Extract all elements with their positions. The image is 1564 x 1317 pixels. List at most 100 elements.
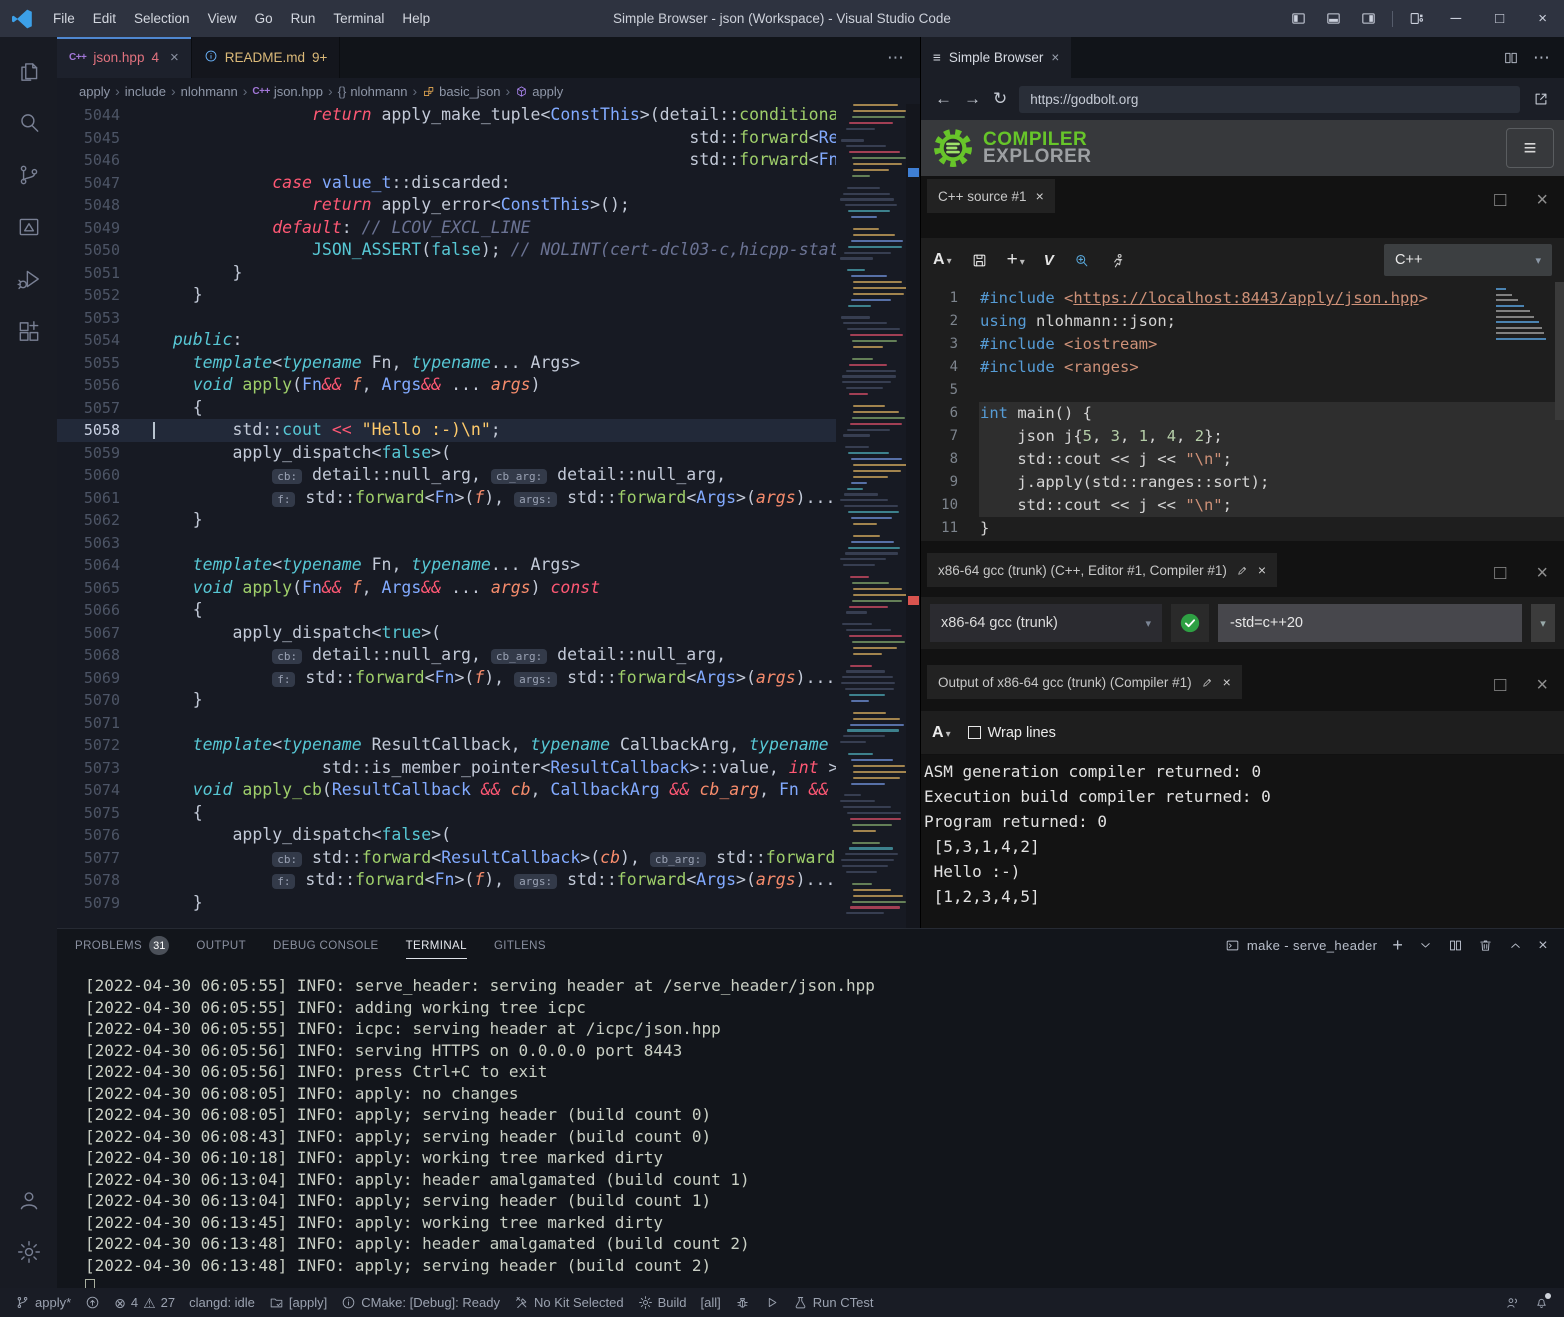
wrap-lines-checkbox[interactable]: Wrap lines bbox=[968, 725, 1056, 741]
maximize-pane-icon[interactable]: □ bbox=[1494, 675, 1506, 695]
terminal-output[interactable]: [2022-04-30 06:05:55] INFO: serve_header… bbox=[57, 962, 1564, 1298]
font-size-button[interactable]: A▾ bbox=[933, 251, 952, 269]
panel-tab-gitlens[interactable]: GITLENS bbox=[494, 929, 546, 962]
close-panel-icon[interactable]: × bbox=[1538, 937, 1548, 955]
godbolt-source-editor[interactable]: 1#include <https://localhost:8443/apply/… bbox=[921, 282, 1564, 541]
sidebar-item-search[interactable] bbox=[5, 97, 53, 149]
menu-go[interactable]: Go bbox=[246, 0, 282, 37]
source-pane-tab[interactable]: C++ source #1 × bbox=[927, 179, 1055, 213]
breadcrumb[interactable]: apply›include›nlohmann›C++json.hpp›{}nlo… bbox=[57, 78, 920, 104]
breadcrumb-item-json.hpp[interactable]: C++json.hpp bbox=[252, 84, 323, 99]
status-build-target[interactable]: [all] bbox=[694, 1288, 728, 1317]
breadcrumb-item-basic_json[interactable]: basic_json bbox=[422, 84, 500, 99]
kill-terminal-icon[interactable] bbox=[1478, 938, 1493, 953]
maximize-panel-icon[interactable] bbox=[1508, 938, 1523, 953]
menu-view[interactable]: View bbox=[199, 0, 246, 37]
close-pane-icon[interactable]: × bbox=[1536, 190, 1548, 210]
minimize-button[interactable]: ─ bbox=[1434, 10, 1479, 27]
code-editor[interactable]: 5044 return apply_make_tuple<ConstThis>(… bbox=[57, 104, 920, 928]
minimap[interactable] bbox=[836, 104, 906, 928]
rename-pane-icon[interactable] bbox=[1201, 676, 1214, 689]
close-icon[interactable]: × bbox=[1036, 188, 1044, 204]
breadcrumb-item-apply[interactable]: apply bbox=[79, 84, 110, 99]
status-notifications[interactable] bbox=[1527, 1288, 1556, 1317]
sidebar-item-cmake-tools[interactable] bbox=[5, 201, 53, 253]
godbolt-scrollbar[interactable] bbox=[1555, 282, 1564, 420]
font-size-button[interactable]: A▾ bbox=[932, 724, 951, 742]
menu-help[interactable]: Help bbox=[393, 0, 439, 37]
status-git-branch[interactable]: apply* bbox=[8, 1288, 78, 1317]
more-actions-icon[interactable]: ⋯ bbox=[1533, 48, 1550, 68]
close-icon[interactable]: × bbox=[1223, 674, 1231, 690]
status-problems-summary[interactable]: ⊗4⚠27 bbox=[107, 1288, 182, 1317]
language-select[interactable]: C++▾ bbox=[1384, 244, 1552, 276]
maximize-pane-icon[interactable]: □ bbox=[1494, 563, 1506, 583]
status-cmake-status[interactable]: CMake: [Debug]: Ready bbox=[334, 1288, 507, 1317]
menu-edit[interactable]: Edit bbox=[84, 0, 125, 37]
close-button[interactable]: × bbox=[1521, 10, 1564, 27]
panel-tab-debug-console[interactable]: DEBUG CONSOLE bbox=[273, 929, 379, 962]
forward-icon[interactable]: → bbox=[964, 89, 981, 109]
vertical-scrollbar[interactable] bbox=[906, 104, 920, 928]
close-icon[interactable]: × bbox=[170, 49, 179, 66]
toggle-panel-icon[interactable] bbox=[1316, 10, 1351, 27]
compiler-options-input[interactable]: -std=c++20 bbox=[1218, 604, 1522, 642]
sidebar-item-explorer[interactable] bbox=[5, 45, 53, 97]
breadcrumb-item-apply[interactable]: apply bbox=[515, 84, 563, 99]
menu-file[interactable]: File bbox=[44, 0, 84, 37]
customize-layout-icon[interactable] bbox=[1399, 10, 1434, 27]
toggle-sidebar-right-icon[interactable] bbox=[1351, 10, 1386, 27]
back-icon[interactable]: ← bbox=[935, 89, 952, 109]
cpp-insights-icon[interactable] bbox=[1109, 252, 1126, 269]
menu-selection[interactable]: Selection bbox=[125, 0, 199, 37]
sidebar-item-accounts[interactable] bbox=[5, 1174, 53, 1226]
breadcrumb-item-nlohmann[interactable]: {}nlohmann bbox=[338, 84, 408, 99]
tab-simple-browser[interactable]: ≡ Simple Browser × bbox=[921, 37, 1071, 78]
terminal-dropdown-icon[interactable] bbox=[1418, 938, 1433, 953]
status-clangd-status[interactable]: clangd: idle bbox=[182, 1288, 262, 1317]
close-pane-icon[interactable]: × bbox=[1536, 563, 1548, 583]
hamburger-menu-icon[interactable]: ≡ bbox=[1506, 128, 1554, 168]
status-launch-button[interactable] bbox=[757, 1288, 786, 1317]
options-dropdown-icon[interactable]: ▾ bbox=[1531, 604, 1555, 642]
breadcrumb-item-include[interactable]: include bbox=[125, 84, 166, 99]
tab-README.md[interactable]: README.md9+ bbox=[192, 37, 341, 78]
terminal-selector[interactable]: make - serve_header bbox=[1225, 938, 1377, 953]
close-pane-icon[interactable]: × bbox=[1536, 675, 1548, 695]
split-editor-icon[interactable] bbox=[1503, 50, 1519, 66]
status-feedback[interactable] bbox=[1498, 1288, 1527, 1317]
zoom-icon[interactable] bbox=[1073, 252, 1090, 269]
open-external-icon[interactable] bbox=[1532, 90, 1550, 108]
tab-json.hpp[interactable]: C++json.hpp4× bbox=[57, 37, 192, 78]
maximize-button[interactable]: □ bbox=[1478, 10, 1521, 27]
sidebar-item-extensions[interactable] bbox=[5, 305, 53, 357]
status-cmake-kit[interactable]: No Kit Selected bbox=[507, 1288, 631, 1317]
close-icon[interactable]: × bbox=[1051, 50, 1059, 65]
panel-tab-terminal[interactable]: TERMINAL bbox=[406, 929, 467, 962]
compiler-select[interactable]: x86-64 gcc (trunk)▾ bbox=[930, 604, 1162, 642]
maximize-pane-icon[interactable]: □ bbox=[1494, 190, 1506, 210]
new-terminal-icon[interactable]: + bbox=[1392, 935, 1403, 956]
add-pane-button[interactable]: +▾ bbox=[1007, 249, 1025, 271]
save-icon[interactable] bbox=[971, 252, 988, 269]
panel-tab-problems[interactable]: PROBLEMS31 bbox=[75, 929, 169, 962]
status-cmake-build[interactable]: Build bbox=[631, 1288, 694, 1317]
menu-run[interactable]: Run bbox=[282, 0, 325, 37]
editor-actions-more-icon[interactable]: ⋯ bbox=[887, 37, 920, 78]
sidebar-item-run-and-debug[interactable] bbox=[5, 253, 53, 305]
sidebar-item-settings[interactable] bbox=[5, 1226, 53, 1278]
close-icon[interactable]: × bbox=[1258, 562, 1266, 578]
rename-pane-icon[interactable] bbox=[1236, 564, 1249, 577]
compiler-pane-tab[interactable]: x86-64 gcc (trunk) (C++, Editor #1, Comp… bbox=[927, 553, 1277, 587]
status-run-ctest[interactable]: Run CTest bbox=[786, 1288, 881, 1317]
split-terminal-icon[interactable] bbox=[1448, 938, 1463, 953]
status-publish-changes[interactable] bbox=[78, 1288, 107, 1317]
output-pane-tab[interactable]: Output of x86-64 gcc (trunk) (Compiler #… bbox=[927, 665, 1242, 699]
panel-tab-output[interactable]: OUTPUT bbox=[196, 929, 246, 962]
toggle-sidebar-left-icon[interactable] bbox=[1281, 10, 1316, 27]
sidebar-item-source-control[interactable] bbox=[5, 149, 53, 201]
vim-mode-icon[interactable]: V bbox=[1044, 252, 1054, 269]
compiler-explorer-logo[interactable]: COMPILER EXPLORER bbox=[983, 131, 1092, 165]
breadcrumb-item-nlohmann[interactable]: nlohmann bbox=[181, 84, 238, 99]
status-active-project[interactable]: [apply] bbox=[262, 1288, 334, 1317]
